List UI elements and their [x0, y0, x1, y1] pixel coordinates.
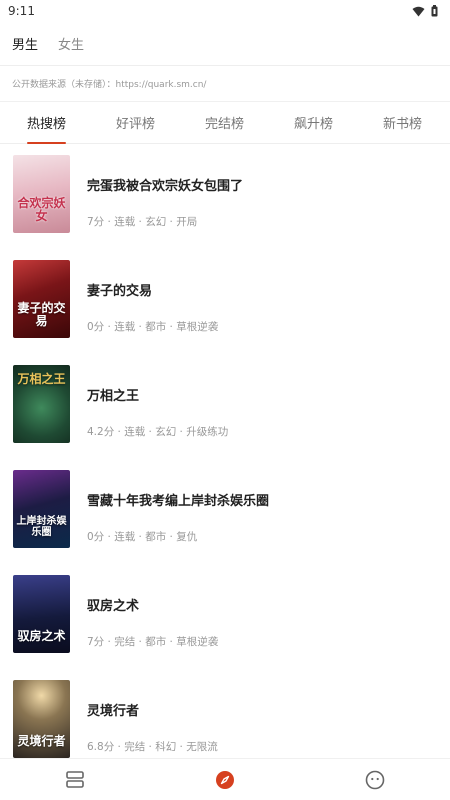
battery-icon — [431, 5, 438, 17]
book-title[interactable]: 完蛋我被合欢宗妖女包围了 — [87, 175, 243, 194]
book-meta: 0分 · 连载 · 都市 · 复仇 — [87, 531, 198, 543]
cover-art-title: 上岸封杀娱乐圈 — [16, 516, 67, 538]
ranking-tabs: 热搜榜 好评榜 完结榜 飙升榜 新书榜 — [0, 102, 450, 144]
tab-rising[interactable]: 飙升榜 — [294, 102, 333, 144]
book-meta: 7分 · 连载 · 玄幻 · 开局 — [87, 216, 198, 228]
book-cover[interactable]: 灵境行者 — [13, 680, 70, 758]
tab-completed[interactable]: 完结榜 — [205, 102, 244, 144]
status-icons — [412, 5, 438, 17]
book-info: 灵境行者 6.8分 · 完结 · 科幻 · 无限流 — [87, 680, 218, 754]
tab-female[interactable]: 女生 — [58, 34, 84, 53]
book-cover[interactable]: 合欢宗妖女 — [13, 155, 70, 233]
tab-male[interactable]: 男生 — [12, 34, 38, 53]
nav-discover-button[interactable] — [204, 759, 246, 800]
book-title[interactable]: 妻子的交易 — [87, 280, 218, 299]
book-meta: 0分 · 连载 · 都市 · 草根逆袭 — [87, 321, 219, 333]
bottom-navigation — [0, 758, 450, 800]
book-list-item[interactable]: 妻子的交易 妻子的交易 0分 · 连载 · 都市 · 草根逆袭 — [0, 260, 450, 365]
book-meta: 4.2分 · 连载 · 玄幻 · 升级练功 — [87, 426, 229, 438]
book-list-item[interactable]: 合欢宗妖女 完蛋我被合欢宗妖女包围了 7分 · 连载 · 玄幻 · 开局 — [0, 155, 450, 260]
cover-art-title: 驭房之术 — [17, 628, 66, 643]
book-info: 雪藏十年我考编上岸封杀娱乐圈 0分 · 连载 · 都市 · 复仇 — [87, 470, 269, 544]
book-list-item[interactable]: 驭房之术 驭房之术 7分 · 完结 · 都市 · 草根逆袭 — [0, 575, 450, 680]
status-bar: 9:11 — [0, 0, 450, 22]
nav-profile-button[interactable] — [354, 759, 396, 800]
book-info: 万相之王 4.2分 · 连载 · 玄幻 · 升级练功 — [87, 365, 228, 439]
book-list: 合欢宗妖女 完蛋我被合欢宗妖女包围了 7分 · 连载 · 玄幻 · 开局 妻子的… — [0, 155, 450, 758]
book-list-item[interactable]: 万相之王 万相之王 4.2分 · 连载 · 玄幻 · 升级练功 — [0, 365, 450, 470]
book-list-item[interactable]: 上岸封杀娱乐圈 雪藏十年我考编上岸封杀娱乐圈 0分 · 连载 · 都市 · 复仇 — [0, 470, 450, 575]
book-meta: 7分 · 完结 · 都市 · 草根逆袭 — [87, 636, 219, 648]
book-cover[interactable]: 万相之王 — [13, 365, 70, 443]
cover-art-title: 合欢宗妖女 — [17, 195, 66, 223]
nav-bookshelf-button[interactable] — [54, 759, 96, 800]
book-meta: 6.8分 · 完结 · 科幻 · 无限流 — [87, 741, 218, 753]
book-title[interactable]: 万相之王 — [87, 385, 228, 404]
book-cover[interactable]: 上岸封杀娱乐圈 — [13, 470, 70, 548]
data-source-notice: 公开数据来源（未存储）：https://quark.sm.cn/ — [0, 66, 450, 102]
book-cover[interactable]: 妻子的交易 — [13, 260, 70, 338]
book-title[interactable]: 雪藏十年我考编上岸封杀娱乐圈 — [87, 490, 269, 509]
compass-icon — [216, 770, 234, 789]
wifi-icon — [412, 6, 425, 16]
cover-art-title: 灵境行者 — [17, 733, 66, 748]
tab-new-books[interactable]: 新书榜 — [383, 102, 422, 144]
bookshelf-icon — [66, 770, 84, 788]
tab-good-reviews[interactable]: 好评榜 — [116, 102, 155, 144]
gender-tabs: 男生 女生 — [0, 22, 450, 66]
profile-face-icon — [365, 770, 385, 789]
cover-art-title: 妻子的交易 — [17, 300, 66, 328]
tab-hot-search[interactable]: 热搜榜 — [27, 102, 67, 144]
status-time: 9:11 — [8, 4, 35, 18]
book-info: 完蛋我被合欢宗妖女包围了 7分 · 连载 · 玄幻 · 开局 — [87, 155, 243, 229]
book-title[interactable]: 灵境行者 — [87, 700, 218, 719]
cover-art-title: 万相之王 — [17, 372, 66, 386]
book-info: 驭房之术 7分 · 完结 · 都市 · 草根逆袭 — [87, 575, 218, 649]
book-info: 妻子的交易 0分 · 连载 · 都市 · 草根逆袭 — [87, 260, 218, 334]
book-list-item[interactable]: 灵境行者 灵境行者 6.8分 · 完结 · 科幻 · 无限流 — [0, 680, 450, 758]
book-title[interactable]: 驭房之术 — [87, 595, 218, 614]
book-cover[interactable]: 驭房之术 — [13, 575, 70, 653]
